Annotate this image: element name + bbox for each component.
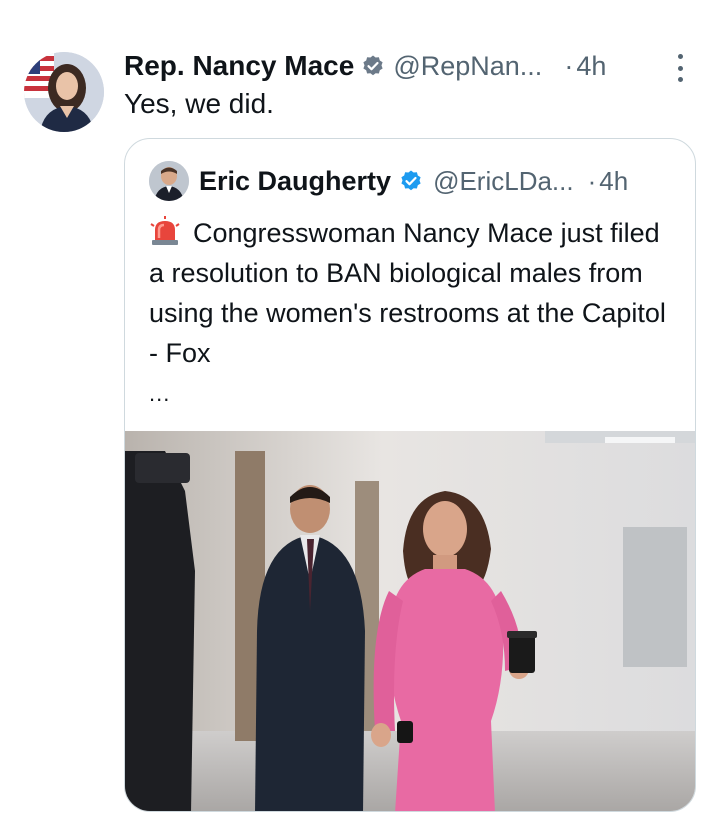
author-handle[interactable]: @RepNan... bbox=[393, 51, 542, 82]
verified-badge-icon bbox=[401, 170, 421, 191]
more-options-icon[interactable] bbox=[670, 54, 690, 82]
police-siren-icon bbox=[150, 216, 180, 245]
quoted-author-name[interactable]: Eric Daugherty bbox=[199, 166, 391, 197]
quoted-tweet[interactable]: Eric Daugherty @EricLDa... · 4h Congress… bbox=[124, 138, 696, 812]
quoted-tweet-photo[interactable] bbox=[125, 431, 695, 811]
author-avatar[interactable] bbox=[24, 52, 104, 132]
separator-dot: · bbox=[564, 50, 574, 81]
quoted-tweet-header: Eric Daugherty @EricLDa... · 4h bbox=[199, 161, 679, 201]
truncation-ellipsis: ... bbox=[149, 381, 171, 406]
quoted-tweet-time[interactable]: 4h bbox=[599, 166, 628, 197]
verified-badge-icon bbox=[363, 55, 383, 76]
quoted-tweet-text: Congresswoman Nancy Mace just filed a re… bbox=[149, 213, 679, 373]
separator-dot: · bbox=[587, 165, 597, 196]
tweet-header: Rep. Nancy Mace @RepNan... · 4h bbox=[124, 46, 694, 86]
tweet-time[interactable]: 4h bbox=[576, 51, 606, 82]
tweet[interactable]: Rep. Nancy Mace @RepNan... · 4h Yes, we … bbox=[0, 0, 720, 834]
quoted-author-avatar[interactable] bbox=[149, 161, 189, 201]
tweet-text: Yes, we did. bbox=[124, 88, 274, 119]
author-name[interactable]: Rep. Nancy Mace bbox=[124, 50, 354, 82]
quoted-tweet-body: Congresswoman Nancy Mace just filed a re… bbox=[149, 218, 666, 368]
quoted-author-handle[interactable]: @EricLDa... bbox=[433, 166, 574, 197]
